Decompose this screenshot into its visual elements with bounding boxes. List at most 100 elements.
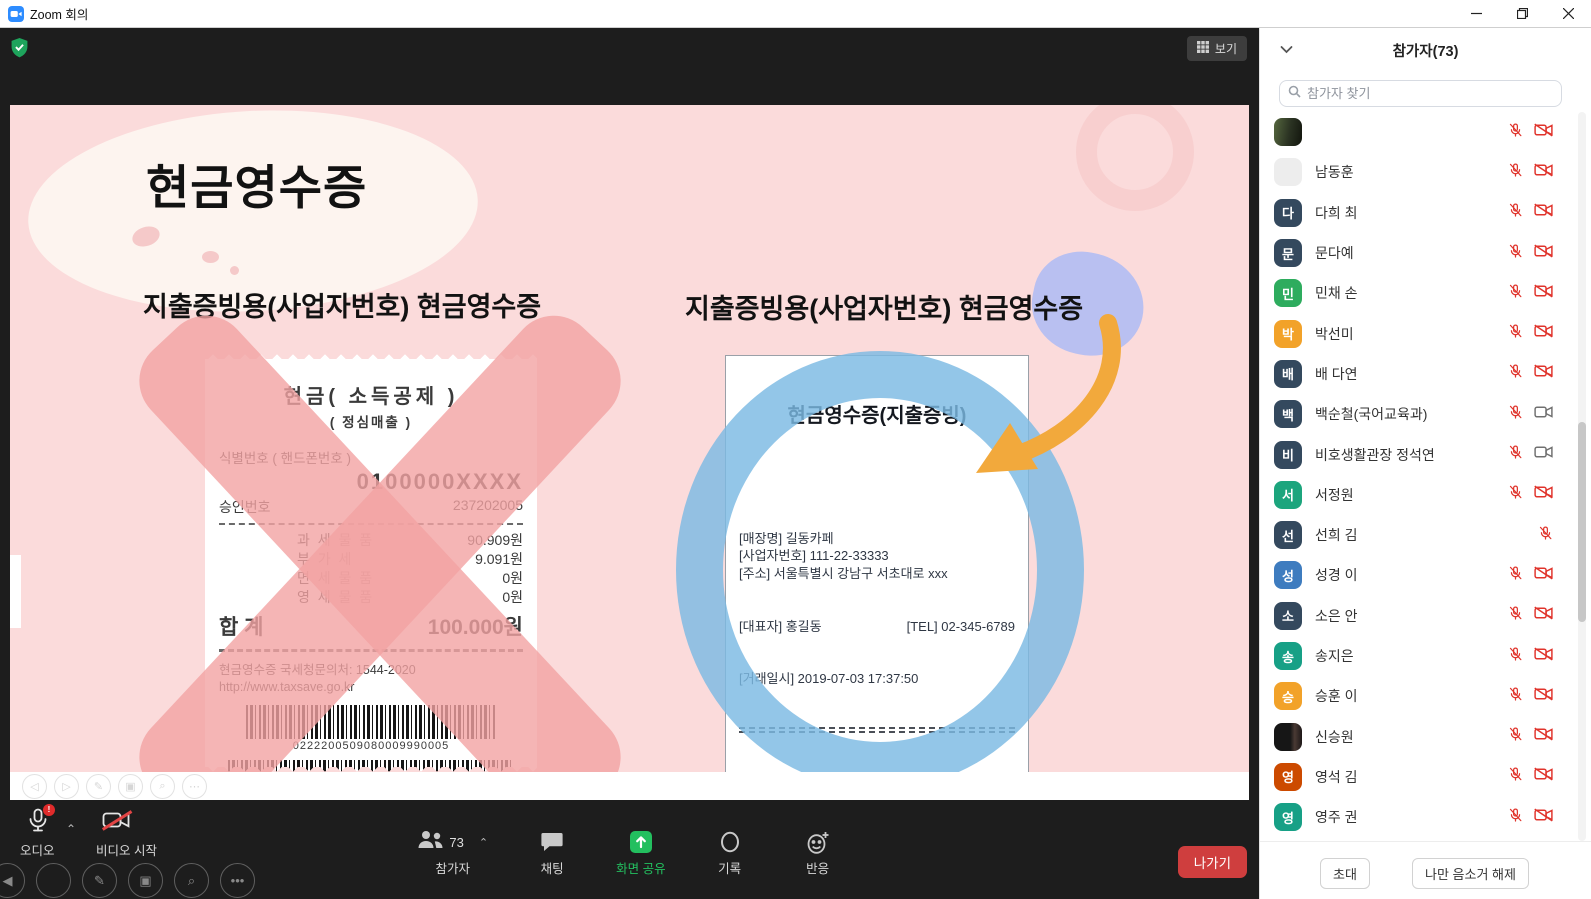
decor-pink-ring (1076, 105, 1194, 211)
decor-dot (202, 251, 219, 263)
participant-row[interactable]: 민 민채 손 (1260, 273, 1591, 313)
reactions-label: 반응 (806, 858, 829, 877)
mic-muted-icon (1538, 525, 1553, 546)
mic-muted-icon (1508, 484, 1523, 505)
avatar: 배 (1274, 360, 1302, 388)
tax-value: 0원 (502, 588, 523, 607)
participant-name: 신승원 (1315, 727, 1508, 747)
chat-button[interactable]: 채팅 (528, 830, 576, 877)
avatar-initial: 문 (1282, 244, 1294, 263)
participant-name: 남동훈 (1315, 162, 1508, 182)
total-label: 합 계 (219, 611, 263, 641)
participant-row[interactable]: 배 배 다연 (1260, 354, 1591, 394)
unmute-me-button[interactable]: 나만 음소거 해제 (1412, 858, 1529, 889)
participant-row[interactable]: 박 박선미 (1260, 313, 1591, 353)
participant-row[interactable]: 백 백순철(국어교육과) (1260, 394, 1591, 434)
avatar (1274, 118, 1302, 146)
mic-muted-icon (1508, 646, 1523, 667)
participant-row[interactable]: 선 선희 김 (1260, 515, 1591, 555)
mic-muted-icon (1508, 686, 1523, 707)
avatar-initial: 비 (1282, 445, 1294, 464)
tax-label: 부 가 세 (297, 550, 353, 569)
participant-row[interactable]: 승 승훈 이 (1260, 676, 1591, 716)
record-button[interactable]: 기록 (706, 830, 754, 877)
share-screen-button[interactable]: 화면 공유 (616, 830, 665, 877)
participants-panel: 참가자(73) (1259, 28, 1591, 899)
mic-muted-icon (1508, 323, 1523, 344)
participant-row[interactable]: 남동훈 (1260, 152, 1591, 192)
participant-name: 영주 권 (1315, 807, 1508, 827)
mic-muted-icon (1508, 202, 1523, 223)
invite-button[interactable]: 초대 (1320, 858, 1370, 889)
pen-tool-button[interactable]: ✎ (86, 774, 111, 799)
avatar: 백 (1274, 400, 1302, 428)
participant-name: 승훈 이 (1315, 686, 1508, 706)
search-icon (1288, 85, 1301, 103)
mic-muted-icon (1508, 565, 1523, 586)
left-receipt-heading: 지출증빙용(사업자번호) 현금영수증 (143, 285, 541, 324)
reactions-icon (806, 830, 830, 854)
scrollbar-thumb[interactable] (1578, 422, 1586, 622)
avatar-initial: 다 (1282, 203, 1294, 222)
receipt-title: 현금영수증(지출증빙) (739, 403, 1015, 430)
participant-row[interactable]: 소 소은 안 (1260, 596, 1591, 636)
receipt-id-label: 식별번호 ( 핸드폰번호 ) (219, 447, 523, 467)
avatar-initial: 영 (1282, 767, 1294, 786)
close-button[interactable] (1545, 0, 1591, 27)
restore-button[interactable] (1499, 0, 1545, 27)
participant-row[interactable]: 송 송지은 (1260, 636, 1591, 676)
avatar-initial: 성 (1282, 566, 1294, 585)
store-info-lines: [매장명] 길동카페[사업자번호] 111-22-33333[주소] 서울특별시… (739, 477, 1015, 582)
camera-off-icon (1534, 687, 1553, 706)
participant-row[interactable]: 비 비호생활관장 정석연 (1260, 434, 1591, 474)
camera-off-icon (1534, 163, 1553, 182)
participant-name: 배 다연 (1315, 364, 1508, 384)
participant-row[interactable] (1260, 112, 1591, 152)
mic-muted-icon (1508, 283, 1523, 304)
slide-sorter-button[interactable]: ▣ (118, 774, 143, 799)
zoom-app-icon (8, 6, 24, 22)
avatar-initial: 영 (1282, 808, 1294, 827)
panel-scrollbar[interactable] (1578, 112, 1586, 841)
prev-slide-button[interactable]: ◁ (22, 774, 47, 799)
avatar: 다 (1274, 199, 1302, 227)
participant-row[interactable]: 서 서정원 (1260, 475, 1591, 515)
camera-off-icon (1534, 284, 1553, 303)
participant-row[interactable]: 성 성경 이 (1260, 555, 1591, 595)
tax-rows: 과 세 물 품 90.909원 부 가 세 9.091원 면 세 물 품 (219, 531, 523, 607)
participants-chevron[interactable]: ⌃ (479, 836, 488, 849)
next-slide-button[interactable]: ▷ (54, 774, 79, 799)
camera-on-icon (1534, 445, 1553, 464)
mic-muted-icon (1508, 444, 1523, 465)
reactions-button[interactable]: 반응 (794, 830, 842, 877)
participant-row[interactable]: 영 영주 권 (1260, 797, 1591, 837)
participant-search-input[interactable] (1307, 86, 1553, 101)
more-options-button[interactable]: ⋯ (182, 774, 207, 799)
tax-label: 영 세 물 품 (297, 588, 374, 607)
avatar: 선 (1274, 521, 1302, 549)
participant-name: 영석 김 (1315, 767, 1508, 787)
participants-button[interactable]: 73 ⌃ 참가자 (417, 830, 488, 877)
window-title: Zoom 회의 (30, 4, 88, 23)
camera-off-icon (1534, 566, 1553, 585)
participant-row[interactable]: 다 다희 최 (1260, 193, 1591, 233)
zoom-tool-button[interactable]: ⌕ (150, 774, 175, 799)
avatar: 소 (1274, 602, 1302, 630)
view-button[interactable]: 보기 (1187, 36, 1247, 61)
participant-row[interactable]: 문 문다예 (1260, 233, 1591, 273)
barcode-1-number: 0222200509080009990005 (219, 740, 523, 752)
participant-row[interactable]: 신승원 (1260, 716, 1591, 756)
participant-list: 남동훈 다 다희 최 (1260, 112, 1591, 841)
participant-search-box[interactable] (1279, 80, 1562, 107)
camera-off-icon (1534, 647, 1553, 666)
participant-row[interactable]: 영 영석 김 (1260, 757, 1591, 797)
camera-off-icon (1534, 606, 1553, 625)
receipt-subtitle: ( 정심매출 ) (219, 411, 523, 431)
participant-name: 성경 이 (1315, 565, 1508, 585)
shared-screen-stage: 보기 현금영수증 지출증빙용(사업자번호) 현금영수증 지출증빙용(사업자번호)… (0, 28, 1259, 899)
camera-off-icon (1534, 203, 1553, 222)
tax-office-line: 현금영수증 국세청문의처: 1544-2020 (219, 662, 523, 680)
security-shield-icon[interactable] (10, 37, 29, 63)
leave-meeting-button[interactable]: 나가기 (1178, 846, 1247, 878)
minimize-button[interactable] (1453, 0, 1499, 27)
